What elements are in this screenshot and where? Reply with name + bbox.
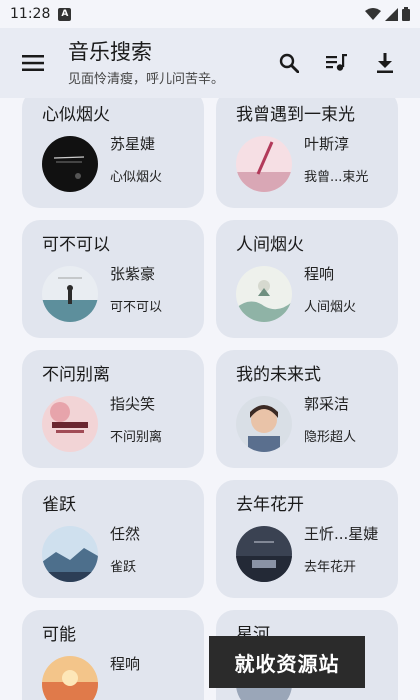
song-card[interactable]: 心似烟火 苏星婕 心似烟火 xyxy=(22,98,204,208)
song-title: 我的未来式 xyxy=(236,365,321,385)
album-cover xyxy=(42,396,98,452)
signal-icon xyxy=(385,7,398,21)
search-button[interactable] xyxy=(272,46,306,80)
download-button[interactable] xyxy=(368,46,402,80)
playlist-icon xyxy=(326,54,347,71)
watermark-banner: 就收资源站 xyxy=(209,636,365,688)
status-bar: 11:28 A xyxy=(0,0,420,28)
menu-icon xyxy=(22,55,44,71)
singer-name: 张紫豪 xyxy=(110,265,156,283)
song-card[interactable]: 可不可以 张紫豪 可不可以 xyxy=(22,220,204,338)
album-name: 不问别离 xyxy=(110,430,163,445)
singer-name: 程响 xyxy=(304,265,335,283)
song-title: 雀跃 xyxy=(42,495,76,515)
singer-name: 任然 xyxy=(110,525,141,543)
page-title: 音乐搜索 xyxy=(68,40,152,64)
song-card[interactable]: 去年花开 王忻...星婕 去年花开 xyxy=(216,480,398,598)
status-time: 11:28 xyxy=(10,6,51,22)
album-cover xyxy=(42,136,98,192)
song-card[interactable]: 可能 程响 xyxy=(22,610,204,700)
app-bar: 音乐搜索 见面怜清瘦，呼儿问苦辛。 xyxy=(0,28,420,98)
album-cover xyxy=(236,396,292,452)
playlist-button[interactable] xyxy=(320,46,354,80)
album-name: 可不可以 xyxy=(110,300,163,315)
singer-name: 郭采洁 xyxy=(304,395,350,413)
song-card[interactable]: 雀跃 任然 雀跃 xyxy=(22,480,204,598)
album-cover xyxy=(42,656,98,700)
title-block: 音乐搜索 见面怜清瘦，呼儿问苦辛。 xyxy=(68,39,224,87)
song-title: 我曾遇到一束光 xyxy=(236,105,355,125)
song-title: 去年花开 xyxy=(236,495,304,515)
toolbar xyxy=(272,46,402,80)
song-card[interactable]: 不问别离 指尖笑 不问别离 xyxy=(22,350,204,468)
battery-icon xyxy=(402,7,410,21)
song-card[interactable]: 我曾遇到一束光 叶斯淳 我曾...束光 xyxy=(216,98,398,208)
singer-name: 程响 xyxy=(110,655,141,673)
song-card[interactable]: 我的未来式 郭采洁 隐形超人 xyxy=(216,350,398,468)
menu-button[interactable] xyxy=(18,48,48,78)
song-title: 不问别离 xyxy=(42,365,110,385)
download-icon xyxy=(377,53,393,73)
singer-name: 苏星婕 xyxy=(110,135,156,153)
album-name: 雀跃 xyxy=(110,560,137,575)
album-name: 去年花开 xyxy=(304,560,357,575)
singer-name: 王忻...星婕 xyxy=(304,525,379,543)
song-title: 可能 xyxy=(42,625,76,645)
album-name: 我曾...束光 xyxy=(304,170,369,185)
page-subtitle: 见面怜清瘦，呼儿问苦辛。 xyxy=(68,72,225,87)
album-cover xyxy=(236,526,292,582)
album-name: 心似烟火 xyxy=(110,170,163,185)
album-cover xyxy=(236,136,292,192)
song-grid: 心似烟火 苏星婕 心似烟火 我曾遇到一束光 叶斯淳 我曾...束光 可不可以 张… xyxy=(22,98,398,700)
singer-name: 叶斯淳 xyxy=(304,135,350,153)
song-title: 可不可以 xyxy=(42,235,110,255)
song-title: 心似烟火 xyxy=(42,105,110,125)
album-name: 隐形超人 xyxy=(304,430,357,445)
song-card[interactable]: 人间烟火 程响 人间烟火 xyxy=(216,220,398,338)
album-cover xyxy=(236,266,292,322)
album-cover xyxy=(42,526,98,582)
notification-icon: A xyxy=(58,7,72,21)
album-name: 人间烟火 xyxy=(304,300,357,315)
song-title: 人间烟火 xyxy=(236,235,304,255)
singer-name: 指尖笑 xyxy=(110,395,156,413)
search-icon xyxy=(279,53,299,73)
wifi-icon xyxy=(365,7,381,20)
album-cover xyxy=(42,266,98,322)
